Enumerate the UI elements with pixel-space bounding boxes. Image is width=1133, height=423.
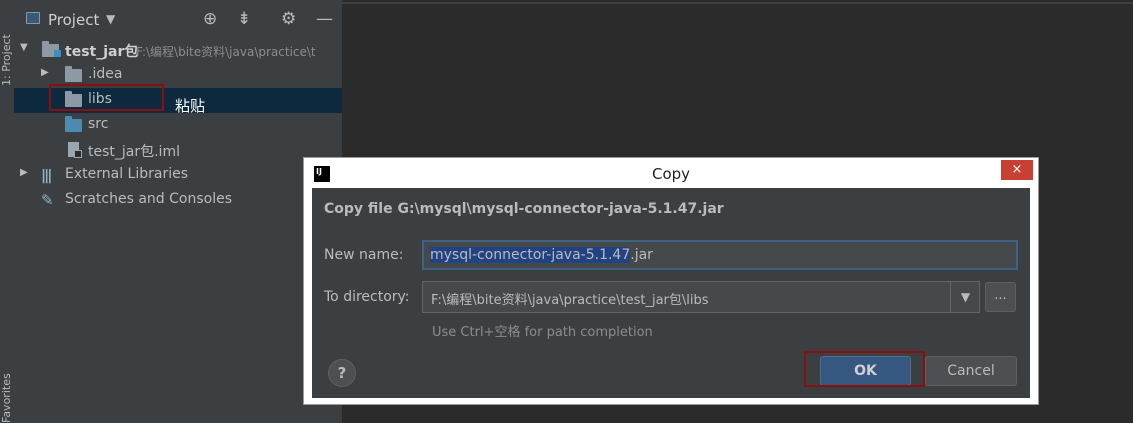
cancel-button[interactable]: Cancel	[925, 356, 1017, 386]
new-name-label: New name:	[324, 247, 404, 263]
dialog-titlebar[interactable]: IJ Copy ×	[304, 158, 1038, 188]
dialog-body: Copy file G:\mysql\mysql-connector-java-…	[312, 188, 1030, 398]
to-directory-combo[interactable]: F:\编程\bite资料\java\practice\test_jar包\lib…	[422, 281, 980, 313]
project-path: F:\编程\bite资料\java\practice\t	[136, 45, 316, 59]
library-icon: |||	[41, 168, 52, 184]
tree-item-label: src	[88, 116, 109, 132]
to-directory-label: To directory:	[324, 289, 410, 305]
iml-file-icon	[68, 142, 82, 158]
tree-item-scratches[interactable]: ✎ Scratches and Consoles	[14, 188, 342, 213]
chevron-down-icon[interactable]: ▼	[106, 12, 115, 26]
path-completion-hint: Use Ctrl+空格 for path completion	[432, 325, 653, 340]
favorites-tool-tab[interactable]: Favorites	[0, 370, 14, 423]
collapsed-arrow-icon[interactable]: ▶	[41, 67, 49, 78]
tree-item-label: External Libraries	[65, 166, 188, 182]
minimize-icon[interactable]: —	[316, 9, 333, 29]
left-tool-strip: 1: Project Favorites	[0, 0, 15, 423]
dialog-title: Copy	[651, 165, 691, 183]
annotation-box-libs	[49, 84, 164, 111]
tree-item-external-libraries[interactable]: ▶ ||| External Libraries	[14, 163, 342, 188]
tree-item-iml[interactable]: test_jar包.iml	[14, 138, 342, 163]
locate-icon[interactable]: ⊕	[203, 9, 217, 29]
tree-item-project-root[interactable]: ▼ test_jar包 F:\编程\bite资料\java\practice\t	[14, 38, 342, 63]
folder-icon	[65, 66, 82, 82]
tree-item-label: test_jar包.iml	[88, 144, 180, 160]
project-window-icon	[26, 12, 40, 24]
tree-item-label: .idea	[88, 66, 123, 82]
gear-icon[interactable]: ⚙	[281, 9, 296, 29]
collapse-icon[interactable]: ⇟	[237, 9, 251, 29]
dialog-heading: Copy file G:\mysql\mysql-connector-java-…	[324, 201, 724, 217]
project-panel-header: Project ▼ ⊕ ⇟ ⚙ —	[14, 0, 342, 40]
help-button[interactable]: ?	[328, 359, 356, 387]
new-name-selected-text: mysql-connector-java-5.1.47	[430, 247, 631, 263]
source-folder-icon	[65, 116, 82, 132]
chevron-down-icon[interactable]: ▼	[950, 282, 980, 312]
scratches-icon: ✎	[41, 191, 54, 209]
annotation-paste-label: 粘贴	[175, 97, 206, 115]
project-tool-tab[interactable]: 1: Project	[0, 6, 14, 86]
expanded-arrow-icon[interactable]: ▼	[20, 42, 28, 53]
new-name-input[interactable]: mysql-connector-java-5.1.47.jar	[422, 240, 1018, 270]
editor-top-border	[342, 2, 1133, 4]
tree-item-label: Scratches and Consoles	[65, 191, 232, 207]
copy-dialog: IJ Copy × Copy file G:\mysql\mysql-conne…	[303, 157, 1039, 405]
collapsed-arrow-icon[interactable]: ▶	[20, 167, 28, 178]
tree-item-src[interactable]: src	[14, 113, 342, 138]
project-view-selector[interactable]: Project	[48, 11, 99, 29]
close-button[interactable]: ×	[1001, 160, 1033, 180]
project-panel: Project ▼ ⊕ ⇟ ⚙ — ▼ test_jar包 F:\编程\bite…	[14, 0, 342, 423]
new-name-extension: .jar	[630, 247, 653, 263]
module-badge-icon	[54, 50, 61, 57]
annotation-box-ok	[804, 351, 925, 387]
browse-button[interactable]: ...	[985, 282, 1016, 312]
tree-item-label: test_jar包	[65, 44, 139, 60]
